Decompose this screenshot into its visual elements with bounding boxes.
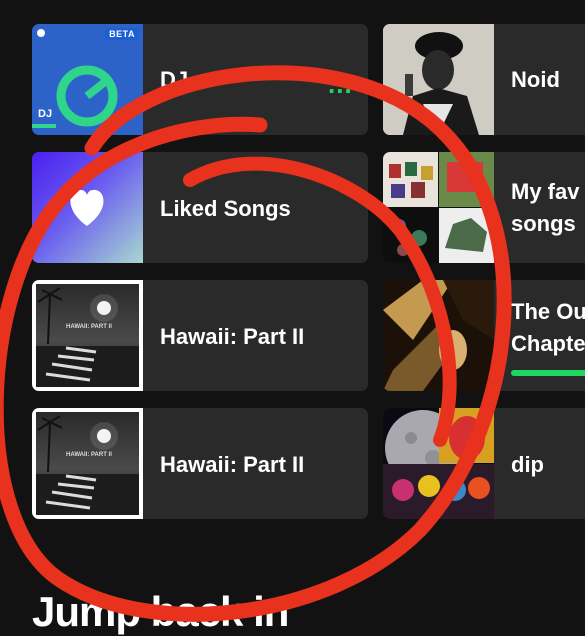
shortcut-label: Noid — [511, 67, 560, 92]
hawaii-art-graphic — [36, 287, 139, 387]
hawaii-art-text: HAWAII: PART II — [66, 452, 112, 458]
dark-art-graphic — [383, 280, 494, 391]
dj-cover-art: BETA DJ — [32, 24, 143, 135]
noid-cover-art — [383, 24, 494, 135]
shortcut-label: Hawaii: Part II — [160, 452, 305, 477]
shortcut-label-line1: My fav — [511, 179, 580, 204]
shortcut-label-line1: The Ou — [511, 299, 585, 324]
playback-progress-bar — [511, 370, 585, 376]
shortcut-noid[interactable]: Noid — [383, 24, 585, 135]
liked-songs-cover-art — [32, 152, 143, 263]
shortcut-label: Hawaii: Part II — [160, 324, 305, 349]
shortcut-label: Liked Songs — [160, 196, 291, 221]
heart-icon — [70, 189, 104, 226]
collage-art-graphic — [383, 152, 494, 263]
dark-cover-art — [383, 280, 494, 391]
hawaii-art-text: HAWAII: PART II — [66, 324, 112, 330]
more-options-icon[interactable]: ... — [328, 71, 353, 97]
moon-cover-art — [383, 408, 494, 519]
shortcut-dj[interactable]: BETA DJ DJ ... — [32, 24, 368, 135]
hawaii-cover-art: HAWAII: PART II — [32, 408, 143, 519]
shortcut-label: DJ — [160, 67, 189, 92]
section-heading: Jump back in — [32, 588, 289, 635]
dj-corner-text: DJ — [38, 108, 53, 120]
shortcut-label: dip — [511, 452, 544, 477]
spotify-logo-icon — [37, 29, 45, 37]
shortcut-my-favorite-songs[interactable]: My fav songs — [383, 152, 585, 263]
shortcut-hawaii-part-ii[interactable]: HAWAII: PART II Hawaii: Part II — [32, 280, 368, 391]
playlist-collage-art — [383, 152, 494, 263]
shortcut-dip[interactable]: dip — [383, 408, 585, 519]
shortcut-label-line2: Chapte — [511, 331, 585, 356]
shortcut-label-line2: songs — [511, 211, 576, 236]
hawaii-art-graphic — [36, 415, 139, 515]
beta-badge: BETA — [105, 28, 139, 40]
hawaii-cover-art: HAWAII: PART II — [32, 280, 143, 391]
noid-art-graphic — [383, 24, 494, 135]
shortcut-hawaii-part-ii-2[interactable]: HAWAII: PART II Hawaii: Part II — [32, 408, 368, 519]
shortcut-liked-songs[interactable]: Liked Songs — [32, 152, 368, 263]
shortcut-the-outsider-chapter[interactable]: The Ou Chapte — [383, 280, 585, 391]
moon-art-graphic — [383, 408, 494, 519]
